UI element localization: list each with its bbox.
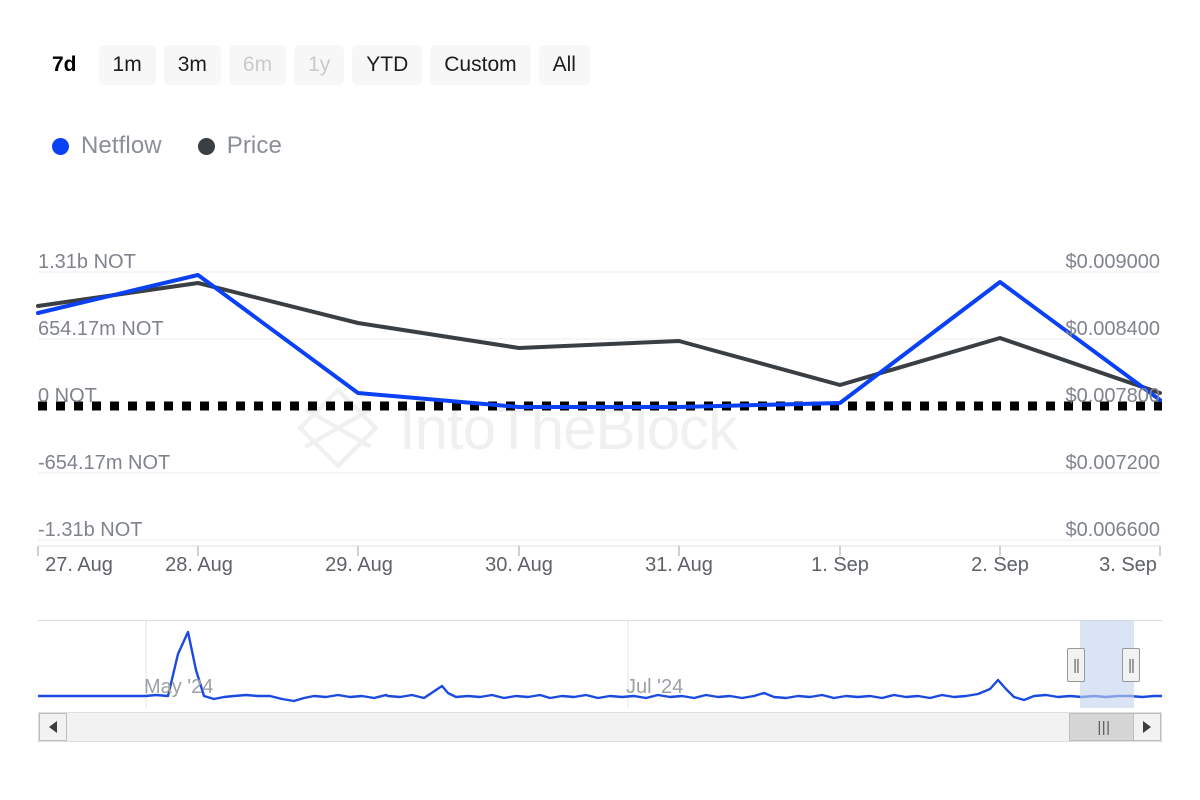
navigator-handle-left[interactable]: ||: [1067, 648, 1085, 682]
y-axis-left-tick-2: 0 NOT: [38, 385, 97, 408]
chevron-left-icon: [49, 721, 57, 733]
range-button-ytd[interactable]: YTD: [352, 45, 422, 85]
legend-item-netflow[interactable]: Netflow: [52, 132, 162, 160]
range-button-custom[interactable]: Custom: [430, 45, 530, 85]
x-axis-label-1: 28. Aug: [165, 554, 233, 577]
legend-label-price: Price: [227, 132, 282, 160]
y-axis-right-tick-1: $0.008400: [1065, 318, 1160, 341]
range-button-1m[interactable]: 1m: [99, 45, 156, 85]
x-axis-label-2: 29. Aug: [325, 554, 393, 577]
chart-navigator[interactable]: May '24 Jul '24 || ||: [38, 620, 1162, 708]
x-axis-label-6: 2. Sep: [971, 554, 1029, 577]
scroll-right-button[interactable]: [1133, 713, 1161, 741]
handle-grip-icon: ||: [1073, 658, 1079, 673]
range-button-7d[interactable]: 7d: [38, 45, 91, 85]
y-axis-right-tick-3: $0.007200: [1065, 452, 1160, 475]
price-dot-icon: [198, 138, 215, 155]
chart-legend: Netflow Price: [52, 132, 282, 160]
intotheblock-logo-icon: [295, 385, 381, 471]
gridlines: [38, 272, 1160, 540]
netflow-dot-icon: [52, 138, 69, 155]
legend-item-price[interactable]: Price: [198, 132, 282, 160]
watermark-text: IntoTheBlock: [399, 394, 737, 463]
x-axis-label-3: 30. Aug: [485, 554, 553, 577]
y-axis-left-tick-0: 1.31b NOT: [38, 251, 136, 274]
chevron-right-icon: [1143, 721, 1151, 733]
range-button-6m: 6m: [229, 45, 286, 85]
y-axis-left-tick-1: 654.17m NOT: [38, 318, 164, 341]
legend-label-netflow: Netflow: [81, 132, 162, 160]
x-axis-label-7: 3. Sep: [1099, 554, 1157, 577]
x-axis-label-4: 31. Aug: [645, 554, 713, 577]
range-button-1y: 1y: [294, 45, 344, 85]
scroll-left-button[interactable]: [39, 713, 67, 741]
y-axis-left-tick-4: -1.31b NOT: [38, 519, 142, 542]
range-selector: 7d 1m 3m 6m 1y YTD Custom All: [38, 45, 590, 85]
scrollbar-thumb[interactable]: |||: [1069, 713, 1139, 741]
y-axis-right-tick-2: $0.007800: [1065, 385, 1160, 408]
y-axis-left-tick-3: -654.17m NOT: [38, 452, 170, 475]
range-button-3m[interactable]: 3m: [164, 45, 221, 85]
y-axis-right-tick-4: $0.006600: [1065, 519, 1160, 542]
price-series-line: [38, 283, 1160, 393]
navigator-month-label-0: May '24: [144, 676, 213, 699]
intotheblock-watermark: IntoTheBlock: [295, 385, 737, 471]
x-axis-label-5: 1. Sep: [811, 554, 869, 577]
handle-grip-icon: ||: [1128, 658, 1134, 673]
y-axis-right-tick-0: $0.009000: [1065, 251, 1160, 274]
x-axis-label-0: 27. Aug: [45, 554, 113, 577]
netflow-series-line: [38, 275, 1160, 407]
navigator-month-label-1: Jul '24: [626, 676, 683, 699]
thumb-grip-icon: |||: [1097, 720, 1110, 735]
range-button-all[interactable]: All: [539, 45, 590, 85]
chart-scrollbar[interactable]: |||: [38, 712, 1162, 742]
navigator-handle-right[interactable]: ||: [1122, 648, 1140, 682]
